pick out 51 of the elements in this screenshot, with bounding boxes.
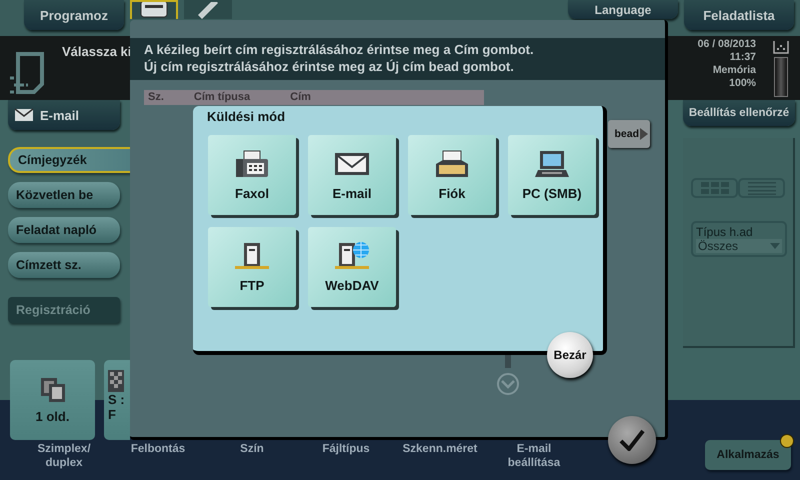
- instruction-text: A kézileg beírt cím regisztrálásához érintse meg a Cím gombot.: [144, 41, 535, 58]
- column-header: Cím típusa: [192, 90, 250, 105]
- setting-tile[interactable]: 1 old.: [10, 360, 95, 440]
- send-mode-button[interactable]: PC (SMB): [508, 135, 596, 215]
- column-header: Cím: [289, 90, 311, 105]
- function-label: Felbontás: [130, 442, 186, 457]
- server-globe-icon: [334, 242, 370, 270]
- send-mode-button[interactable]: WebDAV: [308, 227, 396, 307]
- date-text: 06 / 08/2013: [698, 38, 756, 51]
- arrow-right-icon: [640, 128, 648, 140]
- dropdown-arrow-icon: [770, 243, 780, 249]
- program-button[interactable]: Programoz: [24, 0, 124, 30]
- fax-icon: [234, 150, 270, 178]
- memory-value: 100%: [728, 77, 756, 90]
- function-label: E-mail beállítása: [506, 442, 562, 471]
- pages-icon: [40, 376, 66, 402]
- laptop-icon: [534, 150, 570, 178]
- language-button[interactable]: Language: [568, 0, 678, 19]
- mode-tab[interactable]: [130, 0, 178, 19]
- dialog-title: Küldési mód: [206, 108, 286, 126]
- server-icon: [234, 242, 270, 270]
- card-icon: [138, 2, 170, 19]
- function-label: Fájltípus: [321, 442, 371, 457]
- function-label: Szimplex/ duplex: [36, 442, 92, 471]
- toner-gauge: [774, 57, 788, 97]
- checker-icon: [108, 370, 124, 392]
- column-header: Sz.: [147, 90, 164, 105]
- time-text: 11:37: [728, 51, 756, 64]
- sidebar-item[interactable]: Feladat napló: [8, 217, 120, 243]
- scroll-bar: [505, 354, 511, 368]
- send-mode-button[interactable]: Faxol: [208, 135, 296, 215]
- function-label: Szín: [239, 442, 265, 457]
- envelope-icon: [14, 108, 34, 122]
- email-mode-button[interactable]: E-mail: [8, 100, 120, 130]
- memory-label: Memória: [712, 64, 756, 77]
- checkmark-icon: [619, 429, 645, 451]
- toner-icon: [773, 40, 789, 54]
- tray-icon: [434, 150, 470, 178]
- send-mode-button[interactable]: FTP: [208, 227, 296, 307]
- setting-tile[interactable]: S : F: [104, 360, 130, 440]
- send-mode-button[interactable]: E-mail: [308, 135, 396, 215]
- job-list-button[interactable]: Feladatlista: [684, 0, 794, 30]
- check-settings-button[interactable]: Beállítás ellenőrzé: [683, 100, 795, 126]
- new-address-button[interactable]: bead: [608, 120, 650, 148]
- send-mode-button[interactable]: Fiók: [408, 135, 496, 215]
- instruction-text: Új cím regisztrálásához érintse meg az Új cím bead gombot.: [144, 58, 515, 75]
- mode-tab[interactable]: [184, 0, 232, 19]
- function-label: Szkenn.méret: [402, 442, 478, 457]
- sidebar-item[interactable]: Közvetlen be: [8, 182, 120, 208]
- sidebar-item[interactable]: Címjegyzék: [8, 147, 132, 173]
- sidebar-item[interactable]: Címzett sz.: [8, 252, 120, 278]
